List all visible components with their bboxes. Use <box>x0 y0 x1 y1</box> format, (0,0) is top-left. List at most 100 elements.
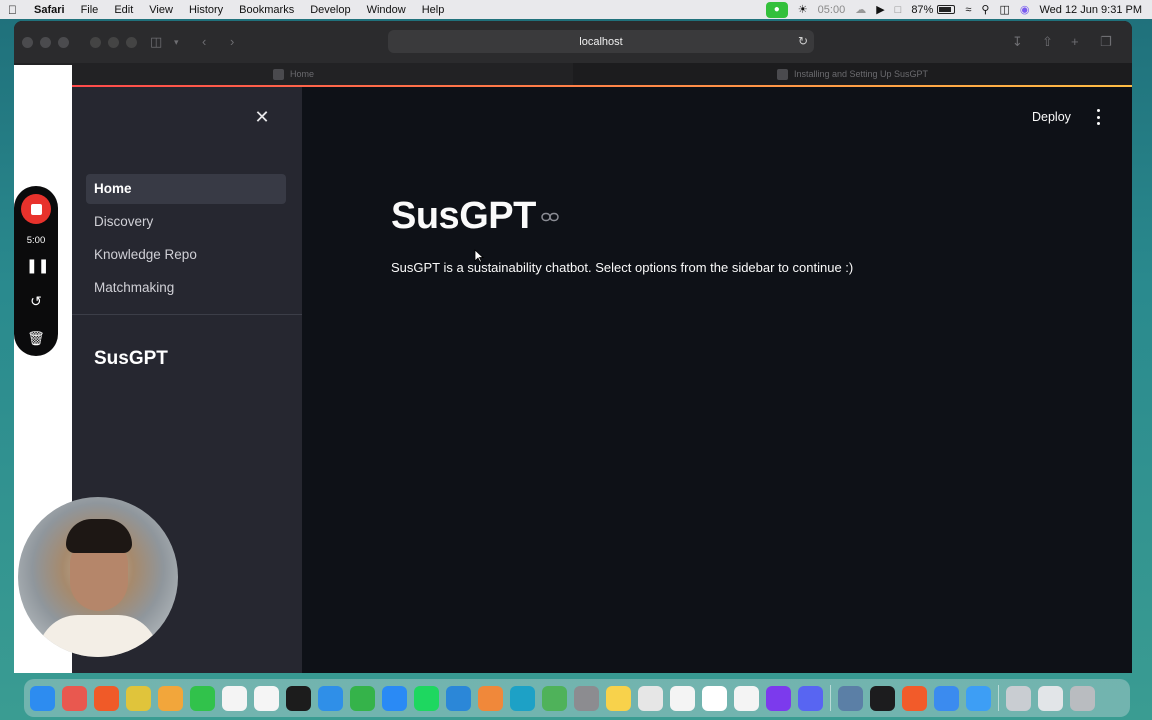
tv-icon[interactable] <box>286 685 311 711</box>
main-content: Deploy SusGPT SusGPT is a sustainability… <box>302 87 1132 673</box>
sidebar-item-knowledge-repo[interactable]: Knowledge Repo <box>86 240 286 270</box>
menu-file[interactable]: File <box>81 4 99 16</box>
books-icon[interactable] <box>478 685 503 711</box>
search-icon[interactable]: ⚲ <box>981 3 989 16</box>
forward-icon[interactable]: › <box>230 34 234 49</box>
minimize-window-button[interactable] <box>40 37 51 48</box>
system-settings-icon[interactable] <box>574 685 599 711</box>
mail-icon[interactable] <box>934 685 959 711</box>
menu-edit[interactable]: Edit <box>114 4 133 16</box>
pencil-icon[interactable] <box>902 685 927 711</box>
recorder-controls: 5:00 ❚❚ ↺ 🗑 <box>14 186 58 356</box>
menu-window[interactable]: Window <box>367 4 406 16</box>
close-window-button[interactable] <box>22 37 33 48</box>
photos-icon[interactable] <box>158 685 183 711</box>
menu-help[interactable]: Help <box>422 4 445 16</box>
preview-icon[interactable] <box>838 685 863 711</box>
close-sidebar-button[interactable]: ✕ <box>254 108 270 126</box>
close-window-button-2[interactable] <box>90 37 101 48</box>
sidebar-item-discovery[interactable]: Discovery <box>86 207 286 237</box>
tab-home[interactable]: Home <box>14 63 573 85</box>
tasks-icon[interactable] <box>670 685 695 711</box>
github-icon[interactable] <box>766 685 791 711</box>
browser-toolbar: ◫ ▾ ‹ › localhost ↻ ↧ ⇧ + ❐ <box>14 21 1132 63</box>
document-icon[interactable] <box>1006 685 1031 711</box>
maps-icon[interactable] <box>542 685 567 711</box>
webcam-shirt <box>38 615 158 657</box>
battery-icon <box>937 5 956 14</box>
vscode-icon[interactable] <box>446 685 471 711</box>
menu-develop[interactable]: Develop <box>310 4 350 16</box>
reload-icon[interactable]: ↻ <box>798 34 808 48</box>
menu-timer[interactable]: 05:00 <box>818 4 846 16</box>
mouse-cursor-icon <box>474 249 484 263</box>
trash-icon[interactable]: 🗑 <box>26 328 46 348</box>
address-bar[interactable]: localhost ↻ <box>388 30 814 53</box>
restart-icon[interactable]: ↺ <box>26 291 46 311</box>
cloud-icon[interactable]: ☁ <box>855 3 866 16</box>
menu-bar:  Safari File Edit View History Bookmark… <box>0 0 1152 19</box>
menu-history[interactable]: History <box>189 4 223 16</box>
pause-icon[interactable]: ❚❚ <box>26 255 49 275</box>
menu-view[interactable]: View <box>149 4 173 16</box>
anchor-link-icon[interactable] <box>541 212 559 222</box>
control-center-icon[interactable]: ◫ <box>999 3 1009 16</box>
recording-time: 5:00 <box>26 235 46 246</box>
tab-favicon <box>272 68 284 80</box>
numbers-icon[interactable] <box>350 685 375 711</box>
launchpad-icon[interactable] <box>62 685 87 711</box>
apple-icon[interactable]:  <box>8 3 22 17</box>
facetime-icon[interactable] <box>190 685 215 711</box>
chevron-down-icon[interactable]: ▾ <box>174 37 179 48</box>
safari-icon[interactable] <box>966 685 991 711</box>
sidebar-item-matchmaking[interactable]: Matchmaking <box>86 273 286 303</box>
battery-indicator[interactable]: 87% <box>911 4 956 16</box>
keynote-icon[interactable] <box>318 685 343 711</box>
share-icon[interactable]: ⇧ <box>1042 34 1053 50</box>
finder-icon[interactable] <box>30 685 55 711</box>
sidebar-nav: Home Discovery Knowledge Repo Matchmakin… <box>86 174 286 306</box>
screen-icon[interactable]: □ <box>895 4 902 16</box>
play-icon[interactable]: ▶ <box>876 3 884 16</box>
trash-icon[interactable] <box>1070 685 1095 711</box>
minimize-window-button-2[interactable] <box>108 37 119 48</box>
zoom-window-button-2[interactable] <box>126 37 137 48</box>
deploy-button[interactable]: Deploy <box>1032 110 1071 124</box>
spotify-icon[interactable] <box>414 685 439 711</box>
calendar2-icon[interactable] <box>734 685 759 711</box>
chrome-icon[interactable] <box>126 685 151 711</box>
notes-icon[interactable] <box>606 685 631 711</box>
notion-icon[interactable] <box>702 685 727 711</box>
folder-icon[interactable] <box>1038 685 1063 711</box>
zoom-window-button[interactable] <box>58 37 69 48</box>
menu-app-name[interactable]: Safari <box>34 4 65 16</box>
terminal-icon[interactable] <box>870 685 895 711</box>
page-description: SusGPT is a sustainability chatbot. Sele… <box>391 260 854 275</box>
video-recording-icon[interactable]: ● <box>765 1 788 18</box>
tab-overview-icon[interactable]: ❐ <box>1100 34 1112 50</box>
sidebar-toggle-icon[interactable]: ◫ <box>150 34 162 50</box>
menu-datetime[interactable]: Wed 12 Jun 9:31 PM <box>1039 4 1142 16</box>
slack-icon[interactable] <box>638 685 663 711</box>
menu-bookmarks[interactable]: Bookmarks <box>239 4 294 16</box>
menu-extras: ● ☀ 05:00 ☁ ▶ □ 87% ≈ ⚲ ◫ ◉ Wed 12 Jun 9… <box>765 0 1142 19</box>
reminders-icon[interactable] <box>254 685 279 711</box>
more-options-icon[interactable] <box>1092 109 1104 125</box>
tab-installing[interactable]: Installing and Setting Up SusGPT <box>573 63 1132 85</box>
sidebar-item-home[interactable]: Home <box>86 174 286 204</box>
wifi-icon[interactable]: ≈ <box>965 4 971 16</box>
new-tab-icon[interactable]: + <box>1071 34 1079 49</box>
safari-window: ◫ ▾ ‹ › localhost ↻ ↧ ⇧ + ❐ Home Install… <box>14 21 1132 673</box>
calendar-icon[interactable] <box>222 685 247 711</box>
stop-recording-button[interactable] <box>21 194 51 224</box>
brightness-icon[interactable]: ☀ <box>798 3 808 16</box>
downloads-icon[interactable]: ↧ <box>1012 34 1023 50</box>
discord-icon[interactable] <box>798 685 823 711</box>
window-controls-secondary <box>90 37 137 48</box>
brave-icon[interactable] <box>94 685 119 711</box>
back-icon[interactable]: ‹ <box>202 34 206 49</box>
edge-icon[interactable] <box>510 685 535 711</box>
app-store-icon[interactable] <box>382 685 407 711</box>
page-title: SusGPT <box>391 195 536 237</box>
siri-icon[interactable]: ◉ <box>1020 3 1030 16</box>
